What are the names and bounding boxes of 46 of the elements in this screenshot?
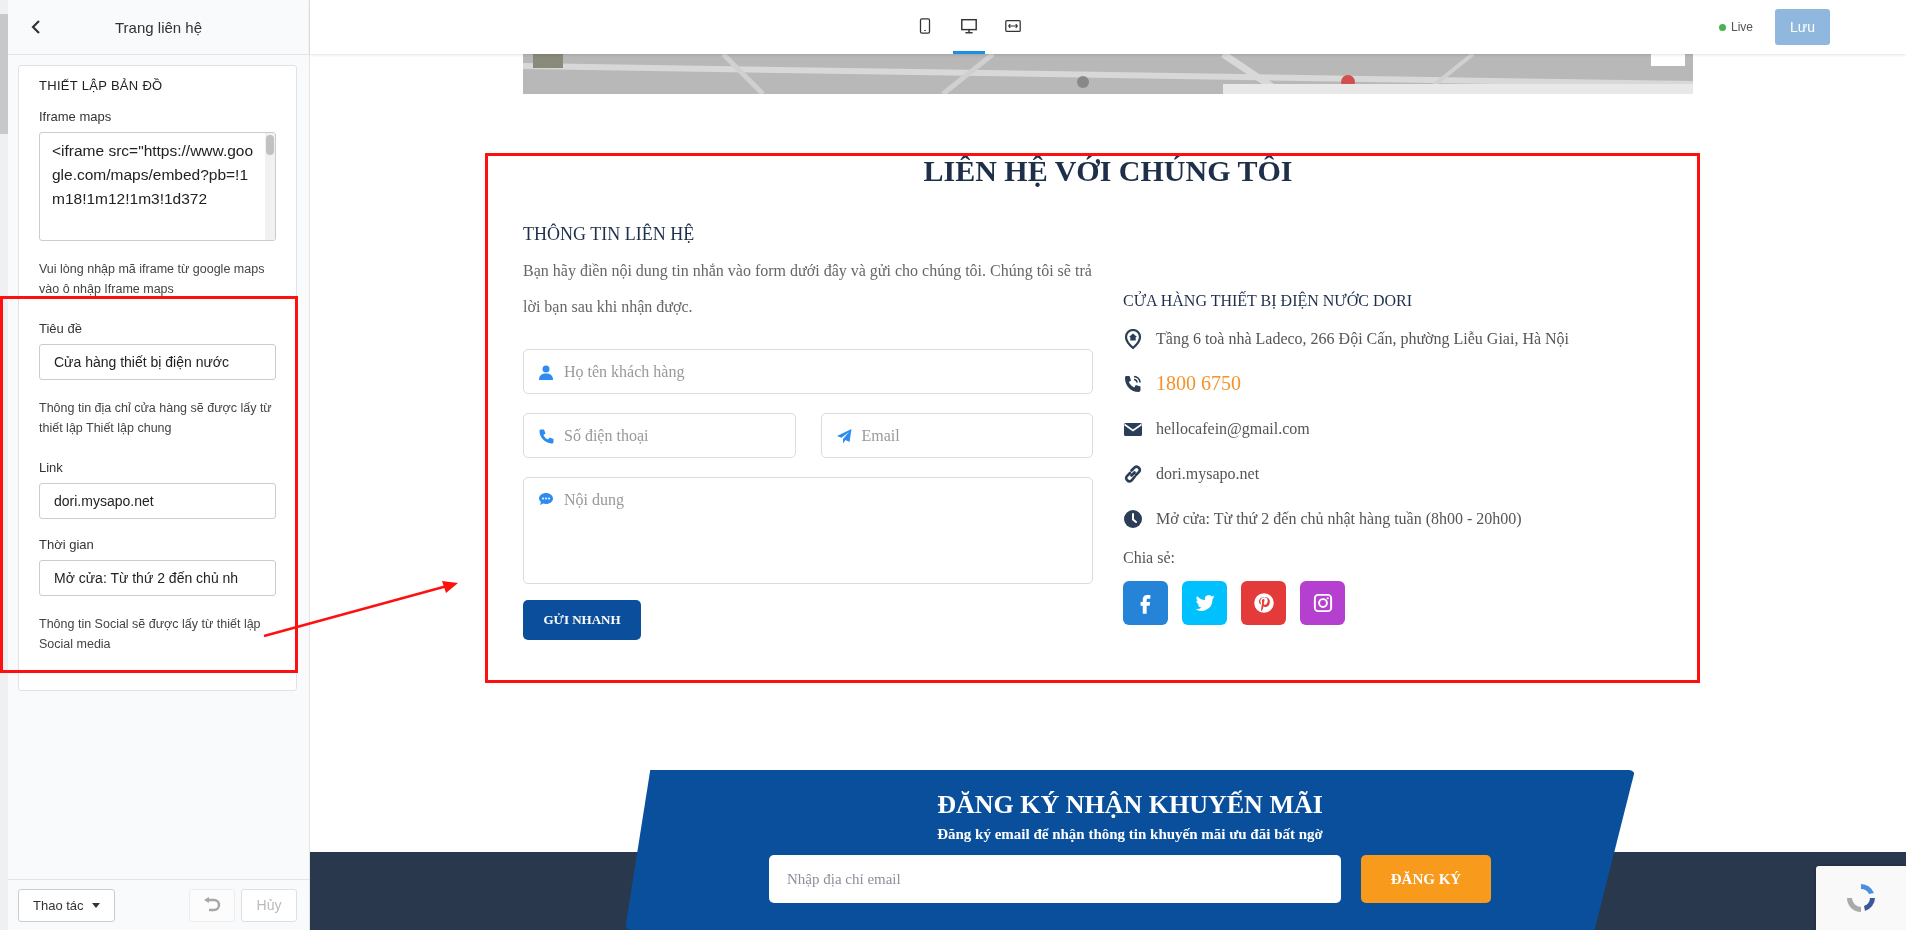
scrollbar[interactable] [0,14,8,134]
status-label: Live [1731,20,1753,34]
input-field[interactable]: Mở cửa: Từ thứ 2 đến chủ nh [39,560,276,596]
back-icon[interactable] [30,19,42,35]
contact-address: Tầng 6 toà nhà Ladeco, 266 Đội Cấn, phường Liễu Giai, Hà Nội [1156,329,1570,348]
form-heading: THÔNG TIN LIÊN HỆ [523,224,696,245]
iframe-code-field[interactable]: <iframe src="https://www.google.com/maps/embed?pb=!1m18!1m12!1m3!1d372 [39,132,276,241]
paper-plane-icon [835,427,852,444]
contact-hours: Mở cửa: Từ thứ 2 đến chủ nhật hàng tuần (8h00 - 20h00) [1156,509,1522,528]
contact-phone: 1800 6750 [1156,372,1241,395]
link-icon [1123,463,1143,484]
field-label: Link [39,460,64,475]
person-icon [538,363,554,380]
help-text: Thông tin địa chỉ cửa hàng sẽ được lấy từ thiết lập Thiết lập chung [39,400,273,437]
input-field[interactable]: Cửa hàng thiết bị điện nước [39,344,276,380]
field-label: Iframe maps [39,109,113,124]
submit-button[interactable]: GỬI NHANH [523,600,641,640]
caret-icon [91,902,100,908]
phone-icon [1123,373,1143,394]
pin-p-button[interactable] [1241,581,1286,625]
field-label: Tiêu đề [39,321,83,336]
input-field[interactable]: dori.mysapo.net [39,483,276,519]
help-text: Thông tin Social sẽ được lấy từ thiết lập Social media [39,616,262,653]
contact-link[interactable]: dori.mysapo.net [1156,464,1260,483]
clock-icon [1123,508,1143,529]
actions-button[interactable]: Thao tác [18,888,115,922]
promo-title: ĐĂNG KÝ NHẬN KHUYẾN MÃI [937,790,1323,820]
panel-title: Trang liên hệ [114,18,203,36]
chat-bubble-icon [538,491,554,507]
email-field[interactable]: Nhập địa chỉ email [769,855,1341,903]
monitor-icon [960,16,979,35]
share-label: Chia sẻ: [1123,549,1176,567]
facebook-f-button[interactable] [1123,581,1168,625]
store-name: CỬA HÀNG THIẾT BỊ ĐIỆN NƯỚC DORI [1123,292,1414,310]
camera-button[interactable] [1300,581,1345,625]
section-title: THIẾT LẬP BẢN ĐỒ [39,78,164,93]
help-text: Vui lòng nhập mã iframe từ google maps vào ô nhập Iframe maps [39,261,266,298]
location-pin-icon [1123,328,1143,349]
recaptcha-icon [1816,866,1906,930]
form-description: Bạn hãy điền nội dung tin nhắn vào form dưới đây và gửi cho chúng tôi. Chúng tôi sẽ trả lời bạn sau khi nhận được. [523,261,1093,317]
contact-email[interactable]: hellocafein@gmail.com [1156,419,1310,438]
section-heading: LIÊN HỆ VỚI CHÚNG TÔI [922,154,1294,188]
phone-icon [538,427,554,444]
undo-icon [203,897,221,913]
field-label: Thời gian [39,537,95,552]
promo-subtitle: Đăng ký email để nhận thông tin khuyến mãi ưu đãi bất ngờ [937,826,1323,843]
